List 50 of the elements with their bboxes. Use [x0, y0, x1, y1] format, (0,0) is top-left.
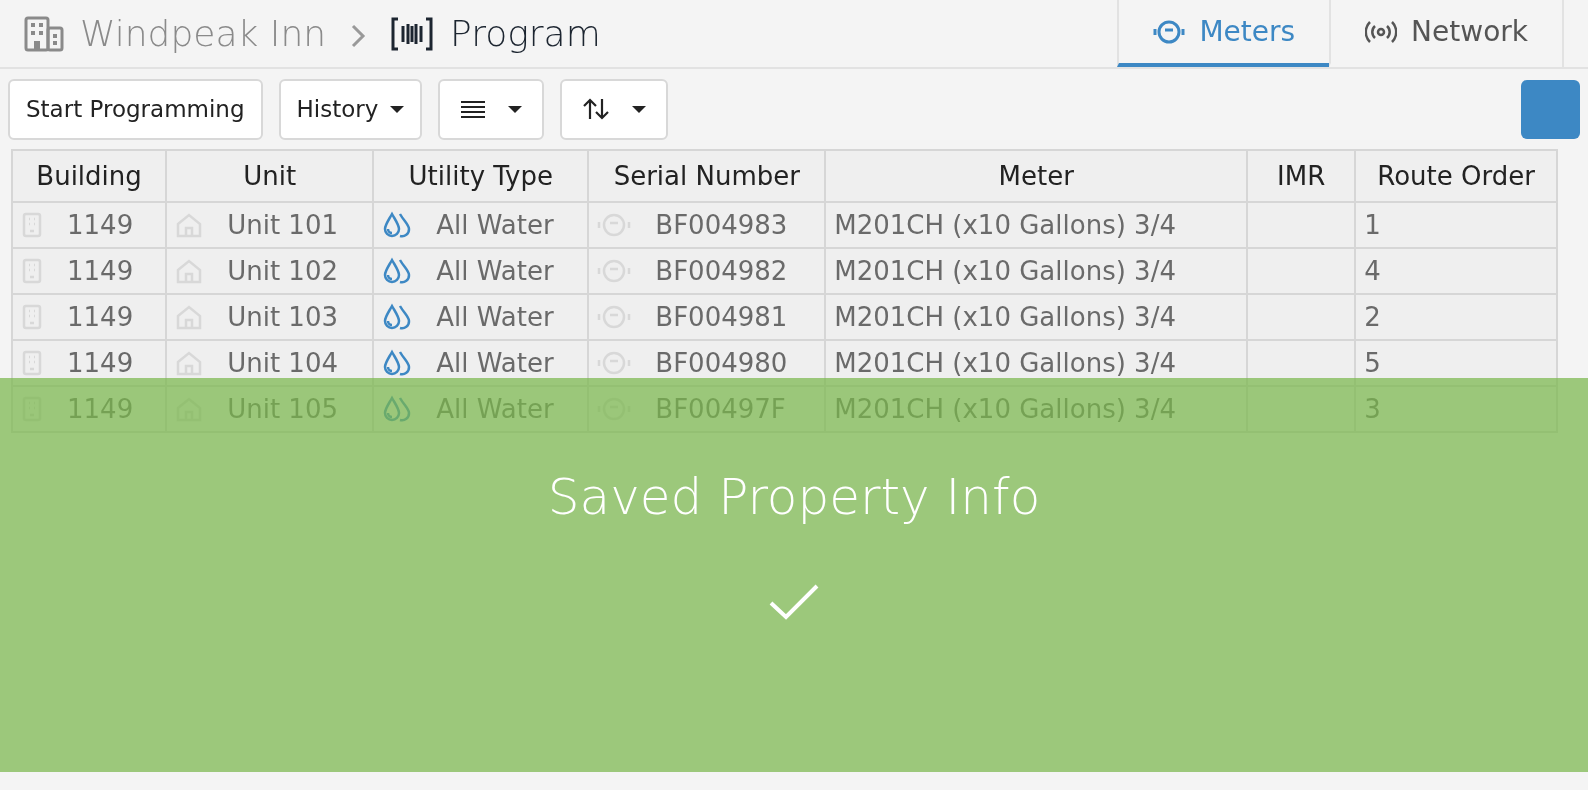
cell-text: Unit 101	[227, 208, 338, 242]
cell-text: 1149	[67, 300, 134, 334]
cell-text: All Water	[436, 254, 554, 288]
cell-text: Unit 103	[227, 300, 338, 334]
cell-text: All Water	[436, 208, 554, 242]
table-cell: M201CH (x10 Gallons) 3/4	[825, 202, 1248, 248]
sort-arrows-icon	[582, 97, 611, 121]
start-button[interactable]: Start Programming	[8, 78, 263, 140]
cell-text: 1149	[67, 346, 134, 380]
table-cell: 4	[1355, 248, 1557, 294]
cell-text: BF004982	[655, 254, 788, 288]
water-drops-icon	[382, 211, 413, 239]
toast-message: Saved Property Info	[547, 467, 1041, 528]
cell-text: 1149	[67, 254, 134, 288]
dropdown-button[interactable]: History	[278, 78, 423, 140]
column-header[interactable]: Building	[12, 150, 167, 202]
meter-icon	[1153, 18, 1186, 45]
caret-icon	[632, 105, 647, 113]
view-dropdown[interactable]	[438, 78, 545, 140]
caret-icon	[508, 105, 523, 113]
cell-text: 1149	[67, 208, 134, 242]
sort-dropdown[interactable]	[560, 78, 669, 140]
water-drops-icon	[382, 349, 413, 377]
column-header[interactable]: Serial Number	[588, 150, 826, 202]
water-drops-icon	[382, 303, 413, 331]
cell-text: BF004980	[655, 346, 788, 380]
cell-text: Unit 104	[227, 346, 338, 380]
building-icon	[24, 15, 64, 52]
column-header[interactable]: Route Order	[1355, 150, 1557, 202]
tab[interactable]: Network	[1329, 0, 1562, 67]
checkmark-icon	[768, 583, 820, 621]
page-title: Program	[450, 11, 601, 56]
cell-text: Unit 102	[227, 254, 338, 288]
list-icon	[460, 99, 487, 119]
water-drops-icon	[382, 257, 413, 285]
table-cell: 2	[1355, 294, 1557, 340]
cell-text: BF004983	[655, 208, 788, 242]
table-cell: 1	[1355, 202, 1557, 248]
column-header[interactable]: Unit	[166, 150, 374, 202]
column-header[interactable]: IMR	[1247, 150, 1356, 202]
cell-text: All Water	[436, 300, 554, 334]
cell-text: BF004981	[655, 300, 788, 334]
column-header[interactable]: Utility Type	[373, 150, 589, 202]
column-header[interactable]: Meter	[825, 150, 1248, 202]
cell-text: All Water	[436, 346, 554, 380]
signal-icon	[1365, 18, 1398, 45]
table-cell: M201CH (x10 Gallons) 3/4	[825, 248, 1248, 294]
square-button[interactable]	[1521, 79, 1580, 139]
barcode-bracket-icon	[390, 15, 435, 52]
table-cell: M201CH (x10 Gallons) 3/4	[825, 294, 1248, 340]
